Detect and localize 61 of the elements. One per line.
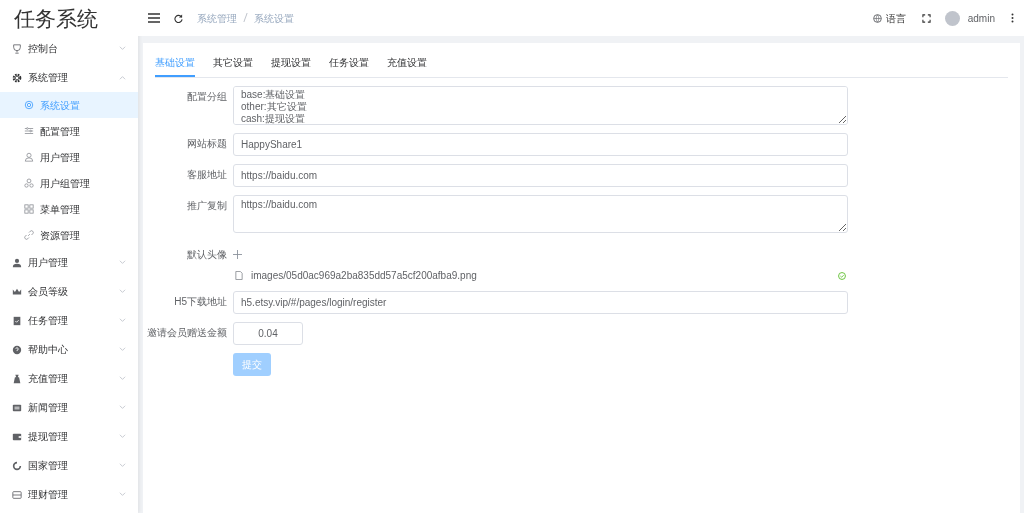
- fullscreen-icon[interactable]: [921, 13, 931, 23]
- field-label: 推广复制: [186, 199, 228, 213]
- menu-item[interactable]: 国家管理: [0, 451, 138, 480]
- menu-icon[interactable]: [148, 13, 160, 23]
- field-label: 邀请会员赠送金额: [146, 326, 228, 340]
- text-area[interactable]: https://baidu.com: [233, 195, 848, 233]
- users-icon: [24, 178, 34, 188]
- input-field[interactable]: h5.etsy.vip/#/pages/login/register: [233, 291, 848, 314]
- settings-icon: [24, 100, 34, 110]
- menu-item[interactable]: 任务管理: [0, 306, 138, 335]
- number-field[interactable]: 0.04: [233, 322, 303, 345]
- gear-icon: [12, 72, 22, 83]
- menu-item[interactable]: 系统管理: [0, 63, 138, 92]
- submenu-item[interactable]: 配置管理: [0, 118, 138, 144]
- clipboard-icon: [12, 315, 22, 326]
- menu-item[interactable]: 用户管理: [0, 248, 138, 277]
- wallet-icon: [12, 431, 22, 442]
- submenu-item[interactable]: 用户组管理: [0, 170, 138, 196]
- success-icon: [838, 271, 846, 280]
- more-icon[interactable]: [1011, 13, 1014, 23]
- sliders-icon: [24, 126, 34, 136]
- tab[interactable]: 提现设置: [271, 55, 311, 77]
- menu-item[interactable]: 理财管理: [0, 480, 138, 509]
- file-icon: [235, 271, 243, 280]
- field-label: H5下载地址: [173, 295, 228, 309]
- field-label: 网站标题: [186, 137, 228, 151]
- submenu-item[interactable]: 菜单管理: [0, 196, 138, 222]
- menu-item[interactable]: 新闻管理: [0, 393, 138, 422]
- user-icon: [24, 152, 34, 162]
- menu-item[interactable]: 充值管理: [0, 364, 138, 393]
- box-icon: [12, 489, 22, 500]
- menu-item[interactable]: 提现管理: [0, 422, 138, 451]
- language-link[interactable]: 语言: [885, 10, 906, 26]
- menu-item[interactable]: 帮助中心: [0, 335, 138, 364]
- text-area[interactable]: base:基础设置 other:其它设置 cash:提现设置: [233, 86, 848, 125]
- field-label: 默认头像: [186, 248, 228, 262]
- newspaper-icon: [12, 402, 22, 413]
- app-logo: 任务系统: [13, 6, 99, 32]
- menu-item[interactable]: 会员等级: [0, 277, 138, 306]
- link-icon: [24, 230, 34, 240]
- refresh-icon[interactable]: [174, 13, 183, 23]
- tab[interactable]: 其它设置: [213, 55, 253, 77]
- submenu-item[interactable]: 用户管理: [0, 144, 138, 170]
- file-name[interactable]: images/05d0ac969a2ba835dd57a5cf200afba9.png: [251, 268, 477, 283]
- tab[interactable]: 任务设置: [329, 55, 369, 77]
- input-field[interactable]: https://baidu.com: [233, 164, 848, 187]
- field-label: 配置分组: [186, 90, 228, 104]
- input-field[interactable]: HappyShare1: [233, 133, 848, 156]
- menu-item[interactable]: 控制台: [0, 34, 138, 63]
- tab[interactable]: 充值设置: [387, 55, 427, 77]
- trophy-icon: [12, 43, 22, 54]
- question-icon: [12, 344, 22, 355]
- crown-icon: [12, 286, 22, 297]
- field-label: 客服地址: [186, 168, 228, 182]
- grid-icon: [24, 204, 34, 214]
- breadcrumb-item: 系统设置: [254, 11, 294, 26]
- submenu-item[interactable]: 资源管理: [0, 222, 138, 248]
- add-icon[interactable]: [233, 250, 242, 260]
- money-bag-icon: [12, 373, 22, 384]
- user-name[interactable]: admin: [967, 10, 995, 26]
- user-icon: [12, 257, 22, 268]
